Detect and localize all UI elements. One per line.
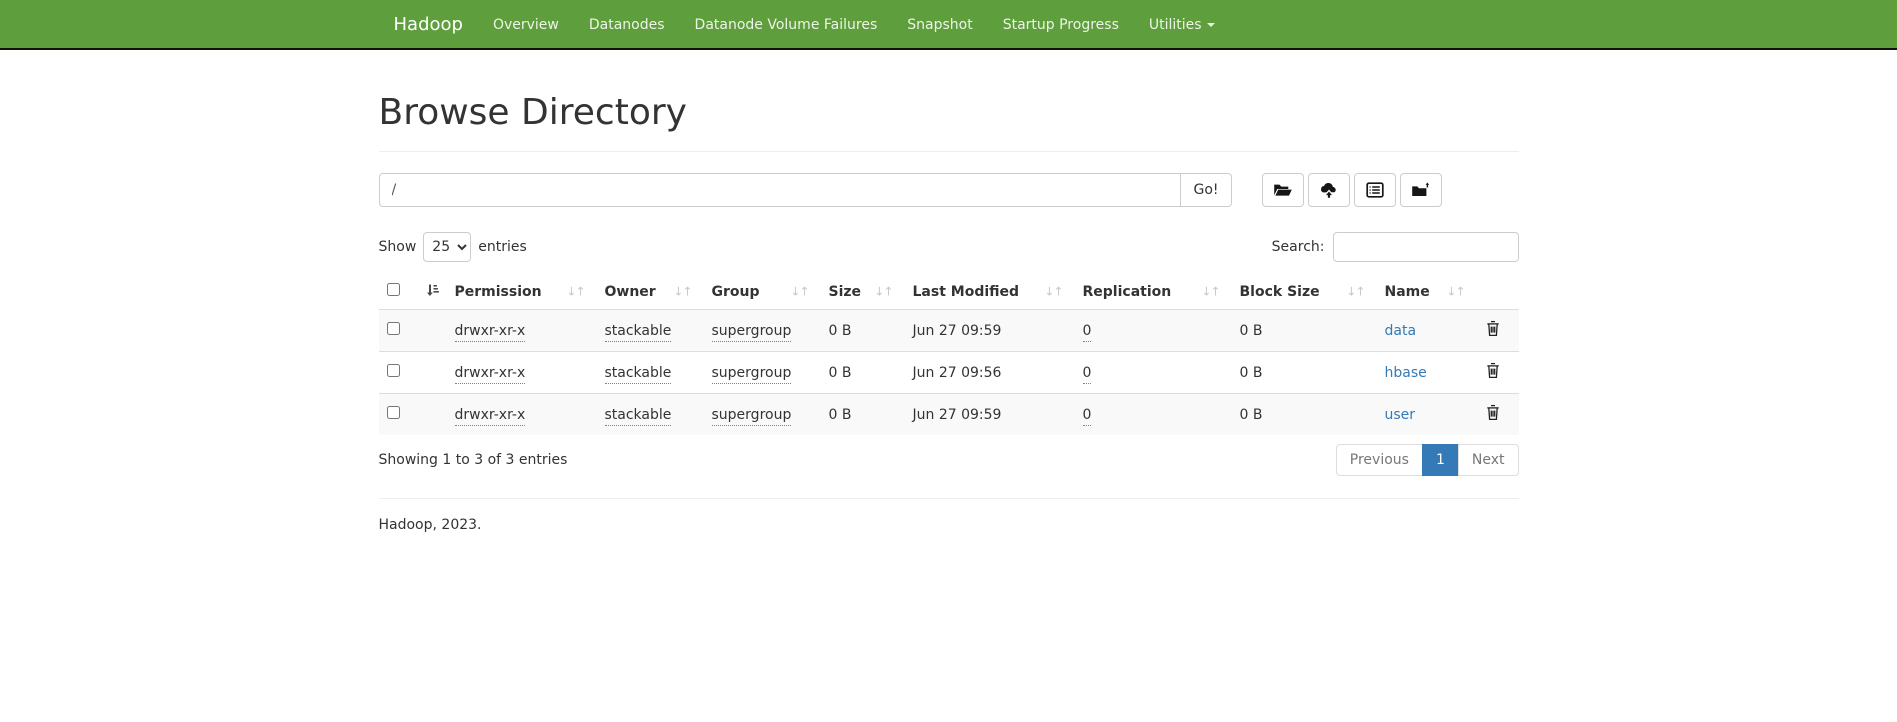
header-last-modified[interactable]: Last Modified↓↑ xyxy=(905,274,1075,310)
size-cell: 0 B xyxy=(821,394,905,436)
page-title: Browse Directory xyxy=(379,92,1519,133)
header-replication[interactable]: Replication↓↑ xyxy=(1075,274,1232,310)
move-directory-button[interactable] xyxy=(1400,173,1442,207)
table-controls: Show 25 entries Search: xyxy=(379,232,1519,262)
table-row: drwxr-xr-x stackable supergroup 0 B Jun … xyxy=(379,310,1519,352)
delete-button[interactable] xyxy=(1485,404,1501,424)
header-owner[interactable]: Owner↓↑ xyxy=(597,274,704,310)
trash-icon xyxy=(1485,325,1501,340)
directory-link-data[interactable]: data xyxy=(1385,323,1417,339)
list-alt-icon xyxy=(1366,182,1384,198)
directory-path-input[interactable] xyxy=(379,173,1182,207)
sort-icon: ↓↑ xyxy=(1201,284,1219,298)
navbar-menu: Overview Datanodes Datanode Volume Failu… xyxy=(478,0,1230,50)
top-navbar: Hadoop Overview Datanodes Datanode Volum… xyxy=(0,0,1897,50)
size-cell: 0 B xyxy=(821,352,905,394)
permission-cell[interactable]: drwxr-xr-x xyxy=(455,365,526,384)
size-cell: 0 B xyxy=(821,310,905,352)
search-control: Search: xyxy=(1272,232,1519,262)
nav-item-snapshot[interactable]: Snapshot xyxy=(892,0,987,50)
sort-icon: ↓↑ xyxy=(1346,284,1364,298)
nav-dropdown-utilities[interactable]: Utilities xyxy=(1134,0,1230,50)
title-divider xyxy=(379,151,1519,152)
footer-text: Hadoop, 2023. xyxy=(379,517,1519,533)
row-checkbox[interactable] xyxy=(387,406,400,419)
folder-open-icon xyxy=(1273,182,1293,198)
permission-cell[interactable]: drwxr-xr-x xyxy=(455,407,526,426)
create-directory-button[interactable] xyxy=(1262,173,1304,207)
table-footer: Showing 1 to 3 of 3 entries Previous 1 N… xyxy=(379,444,1519,476)
nav-item-overview[interactable]: Overview xyxy=(478,0,574,50)
directory-table: Permission↓↑ Owner↓↑ Group↓↑ Size↓↑ Last… xyxy=(379,274,1519,435)
header-block-size[interactable]: Block Size↓↑ xyxy=(1232,274,1377,310)
sort-icon: ↓↑ xyxy=(673,284,691,298)
pagination-page-1[interactable]: 1 xyxy=(1422,444,1459,476)
modified-cell: Jun 27 09:59 xyxy=(905,310,1075,352)
owner-cell[interactable]: stackable xyxy=(605,365,672,384)
sort-icon: ↓↑ xyxy=(1044,284,1062,298)
table-row: drwxr-xr-x stackable supergroup 0 B Jun … xyxy=(379,394,1519,436)
search-input[interactable] xyxy=(1333,232,1519,262)
row-checkbox[interactable] xyxy=(387,364,400,377)
replication-cell[interactable]: 0 xyxy=(1083,323,1092,342)
permission-cell[interactable]: drwxr-xr-x xyxy=(455,323,526,342)
page-size-select[interactable]: 25 xyxy=(423,232,471,262)
brand-hadoop[interactable]: Hadoop xyxy=(379,0,478,50)
nav-item-datanodes[interactable]: Datanodes xyxy=(574,0,680,50)
folder-transfer-icon xyxy=(1411,182,1431,198)
row-checkbox[interactable] xyxy=(387,322,400,335)
cloud-upload-icon xyxy=(1319,182,1339,198)
sort-icon: ↓↑ xyxy=(790,284,808,298)
pagination-previous[interactable]: Previous xyxy=(1336,444,1423,476)
sort-asc-icon xyxy=(425,283,439,301)
header-group[interactable]: Group↓↑ xyxy=(704,274,821,310)
page-length-control: Show 25 entries xyxy=(379,232,527,262)
block-size-cell: 0 B xyxy=(1232,310,1377,352)
modified-cell: Jun 27 09:56 xyxy=(905,352,1075,394)
path-bar: Go! xyxy=(379,173,1519,207)
select-all-header[interactable] xyxy=(379,274,447,310)
show-label: Show xyxy=(379,239,417,255)
block-size-cell: 0 B xyxy=(1232,394,1377,436)
nav-item-startup-progress[interactable]: Startup Progress xyxy=(988,0,1134,50)
sort-icon: ↓↑ xyxy=(1446,284,1464,298)
group-cell[interactable]: supergroup xyxy=(712,407,792,426)
owner-cell[interactable]: stackable xyxy=(605,323,672,342)
nav-item-datanode-volume-failures[interactable]: Datanode Volume Failures xyxy=(680,0,893,50)
table-header-row: Permission↓↑ Owner↓↑ Group↓↑ Size↓↑ Last… xyxy=(379,274,1519,310)
header-name[interactable]: Name↓↑ xyxy=(1377,274,1477,310)
replication-cell[interactable]: 0 xyxy=(1083,407,1092,426)
sort-icon: ↓↑ xyxy=(874,284,892,298)
directory-link-user[interactable]: user xyxy=(1385,407,1416,423)
search-label: Search: xyxy=(1272,239,1325,255)
header-actions xyxy=(1477,274,1519,310)
sort-icon: ↓↑ xyxy=(566,284,584,298)
pagination: Previous 1 Next xyxy=(1336,444,1519,476)
trash-icon xyxy=(1485,367,1501,382)
modified-cell: Jun 27 09:59 xyxy=(905,394,1075,436)
pagination-next[interactable]: Next xyxy=(1458,444,1519,476)
table-row: drwxr-xr-x stackable supergroup 0 B Jun … xyxy=(379,352,1519,394)
delete-button[interactable] xyxy=(1485,320,1501,340)
replication-cell[interactable]: 0 xyxy=(1083,365,1092,384)
file-actions-toolbar xyxy=(1262,173,1446,207)
select-all-checkbox[interactable] xyxy=(387,283,400,296)
header-permission[interactable]: Permission↓↑ xyxy=(447,274,597,310)
cut-paste-button[interactable] xyxy=(1354,173,1396,207)
footer-divider xyxy=(379,498,1519,499)
owner-cell[interactable]: stackable xyxy=(605,407,672,426)
block-size-cell: 0 B xyxy=(1232,352,1377,394)
entries-label: entries xyxy=(478,239,527,255)
go-button[interactable]: Go! xyxy=(1181,173,1231,207)
group-cell[interactable]: supergroup xyxy=(712,365,792,384)
caret-down-icon xyxy=(1207,23,1215,27)
header-size[interactable]: Size↓↑ xyxy=(821,274,905,310)
trash-icon xyxy=(1485,409,1501,424)
group-cell[interactable]: supergroup xyxy=(712,323,792,342)
delete-button[interactable] xyxy=(1485,362,1501,382)
entries-info: Showing 1 to 3 of 3 entries xyxy=(379,452,568,468)
directory-link-hbase[interactable]: hbase xyxy=(1385,365,1427,381)
upload-files-button[interactable] xyxy=(1308,173,1350,207)
